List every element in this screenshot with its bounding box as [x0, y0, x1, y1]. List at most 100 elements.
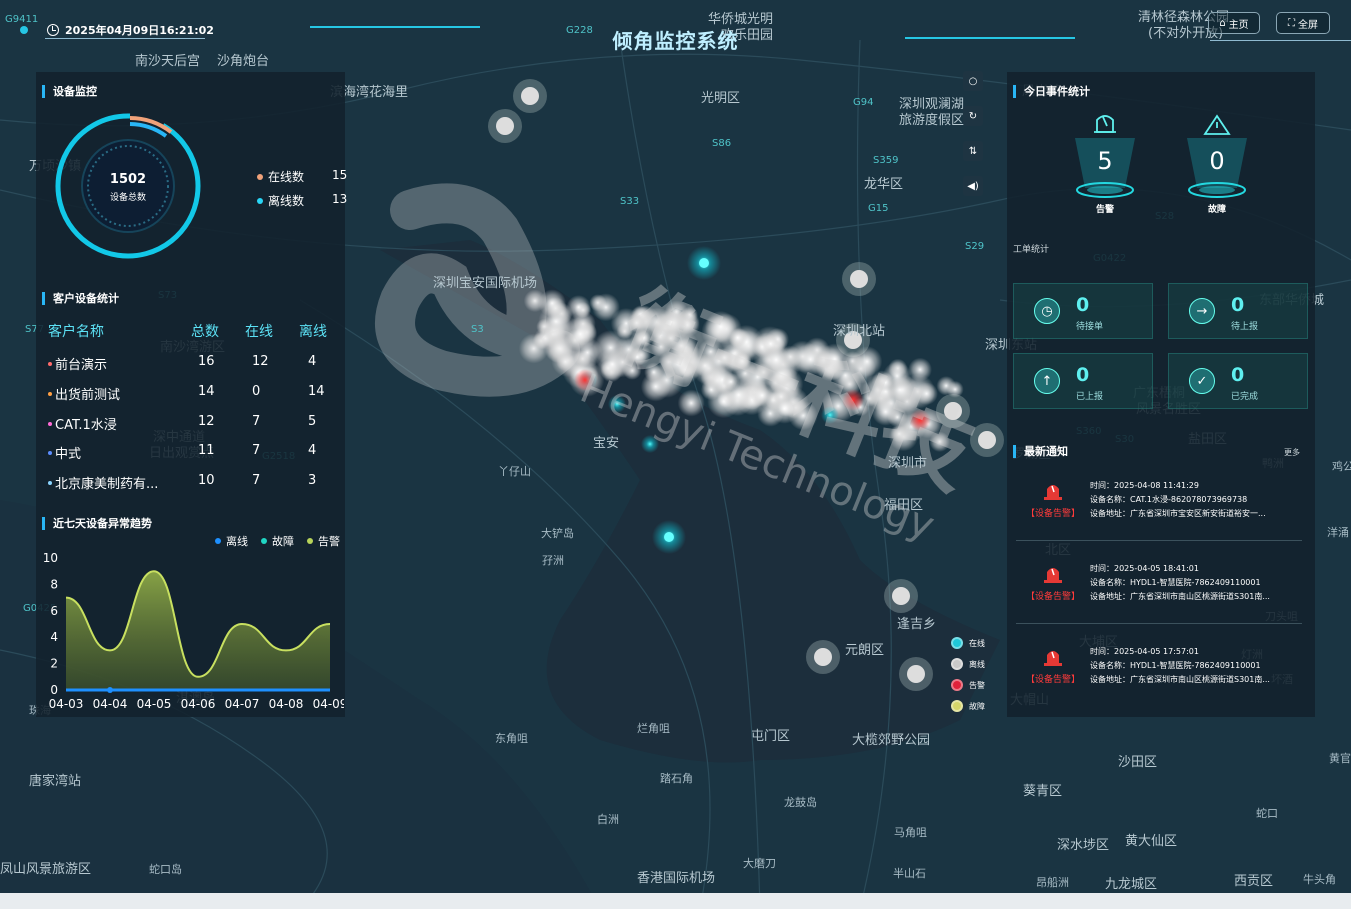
customer-row[interactable]: 前台演示 16 12 4 — [48, 354, 338, 374]
legend-marker-icon — [951, 658, 963, 670]
map-legend-item[interactable]: 告警 — [951, 679, 985, 691]
col-name: 客户名称 — [48, 324, 104, 340]
offline-marker-core — [496, 117, 514, 135]
customer-dot-icon — [48, 450, 52, 455]
map-label: 深圳市 — [888, 455, 927, 471]
work-order-card[interactable]: ◷ 0 待接单 — [1013, 283, 1153, 339]
map-label: 大磨刀 — [743, 856, 776, 870]
y-tick-label: 2 — [50, 657, 58, 671]
customer-dot-icon — [48, 391, 52, 396]
notice-time: 时间：2025-04-05 17:57:01 — [1090, 647, 1199, 656]
notice-tag: 【设备告警】 — [1026, 675, 1081, 685]
map-label: 半山石 — [893, 866, 926, 880]
customer-row[interactable]: 北京康美制药有... 10 7 3 — [48, 473, 338, 493]
legend-text: 在线 — [969, 638, 985, 648]
map-label: 葵青区 — [1023, 784, 1062, 799]
map-label: 大榄郊野公园 — [852, 732, 930, 748]
map-legend-item[interactable]: 故障 — [951, 700, 985, 712]
work-order-label: 待接单 — [1076, 322, 1104, 332]
notice-device: 设备名称：HYDL1-智慧医院-7862409110001 — [1090, 578, 1261, 587]
fault-count: 0 — [1209, 147, 1225, 175]
map-label: G94 — [853, 97, 873, 108]
notice-separator — [1016, 623, 1302, 624]
work-order-card[interactable]: ↑ 0 已上报 — [1013, 353, 1153, 409]
work-order-label: 待上报 — [1231, 322, 1259, 332]
events-title: 今日事件统计 — [1013, 85, 1090, 98]
customer-row[interactable]: 中式 11 7 4 — [48, 443, 338, 463]
map-label: 龙鼓岛 — [784, 795, 817, 809]
legend-label: 离线 — [226, 535, 248, 548]
swap-icon: ⇅ — [968, 145, 978, 157]
notice-item[interactable]: 【设备告警】 时间：2025-04-05 17:57:01 设备名称：HYDL1-智… — [1020, 646, 1302, 716]
map-refresh-button[interactable]: ↻ — [963, 106, 983, 126]
work-order-card[interactable]: → 0 待上报 — [1168, 283, 1308, 339]
home-label: 主页 — [1228, 19, 1249, 31]
offline-label: 离线数 — [268, 194, 305, 208]
col-total: 总数 — [191, 324, 219, 340]
customer-dot-icon — [48, 421, 52, 426]
y-tick-label: 0 — [50, 683, 58, 697]
y-tick-label: 4 — [50, 630, 58, 644]
customer-row[interactable]: 出货前测试 14 0 14 — [48, 384, 338, 404]
x-tick-label: 04-09 — [313, 697, 344, 711]
map-label: 元朗区 — [845, 643, 884, 658]
offline-count: 离线数 — [257, 192, 304, 209]
arrow-up-icon: ↑ — [1034, 368, 1060, 394]
map-sound-button[interactable]: ◀) — [963, 176, 983, 196]
legend-dot-icon — [261, 538, 267, 544]
map-label: 牛头角 — [1303, 872, 1336, 886]
warning-icon — [1203, 114, 1231, 135]
map-label: 福田区 — [884, 498, 923, 513]
x-tick-label: 04-05 — [137, 697, 172, 711]
trend-legend-item: 告警 — [307, 533, 340, 549]
map-label: 深水埗区 — [1057, 838, 1109, 853]
legend-dot-icon — [307, 538, 313, 544]
offline-marker-core — [521, 87, 539, 105]
siren-icon — [1044, 485, 1062, 500]
offline-marker-core — [907, 665, 925, 683]
map-label: 沙田区 — [1118, 755, 1157, 770]
arrow-right-icon: → — [1189, 298, 1215, 324]
home-button[interactable]: ⌂ 主页 — [1208, 12, 1260, 34]
customer-online: 0 — [252, 384, 261, 399]
customer-online: 12 — [252, 354, 269, 369]
work-order-card[interactable]: ✓ 0 已完成 — [1168, 353, 1308, 409]
map-label: 丫仔山 — [498, 465, 531, 478]
notice-address: 设备地址：广东省深圳市南山区桃源街道S301南... — [1090, 675, 1270, 684]
fault-label: 故障 — [1207, 205, 1226, 215]
map-label: 香港国际机场 — [637, 871, 715, 886]
customer-name: 北京康美制药有... — [48, 473, 158, 492]
map-label: 沙角炮台 — [217, 54, 269, 69]
map-swap-button[interactable]: ⇅ — [963, 141, 983, 161]
fullscreen-button[interactable]: ⛶ 全屏 — [1276, 12, 1330, 34]
y-tick-label: 6 — [50, 604, 58, 618]
map-label: 西贡区 — [1234, 874, 1273, 889]
alarm-area — [66, 571, 330, 690]
device-monitor-title: 设备监控 — [42, 85, 97, 98]
customer-row[interactable]: CAT.1水浸 12 7 5 — [48, 414, 338, 434]
alarm-label: 告警 — [1095, 205, 1114, 215]
map-circle-tool-button[interactable]: ○ — [963, 71, 983, 91]
legend-label: 告警 — [318, 535, 340, 548]
device-total-label: 设备总数 — [109, 193, 146, 203]
map-label: 深圳观澜湖 — [899, 97, 964, 112]
map-label: 昂船洲 — [1036, 875, 1069, 889]
customer-stats-title: 客户设备统计 — [42, 292, 119, 305]
alarm-icon — [1094, 115, 1116, 133]
map-label: 马角咀 — [894, 826, 927, 839]
y-tick-label: 10 — [43, 551, 58, 565]
map-label: 蛇口岛 — [149, 862, 182, 876]
notice-tag: 【设备告警】 — [1026, 592, 1081, 602]
notice-more-link[interactable]: 更多 — [1284, 447, 1300, 458]
notice-address: 设备地址：广东省深圳市南山区桃源街道S301南... — [1090, 592, 1270, 601]
customer-offline: 3 — [308, 473, 317, 488]
map-legend-item[interactable]: 离线 — [951, 658, 985, 670]
map-label: 踏石角 — [660, 771, 693, 785]
map-label: S3 — [471, 324, 484, 335]
map-label: 孖洲 — [542, 554, 564, 567]
work-order-value: 0 — [1231, 364, 1245, 386]
speaker-icon: ◀) — [967, 180, 979, 192]
map-legend-item[interactable]: 在线 — [951, 637, 985, 649]
work-order-label: 已完成 — [1231, 392, 1259, 402]
map-label: 黄官 — [1329, 751, 1351, 765]
